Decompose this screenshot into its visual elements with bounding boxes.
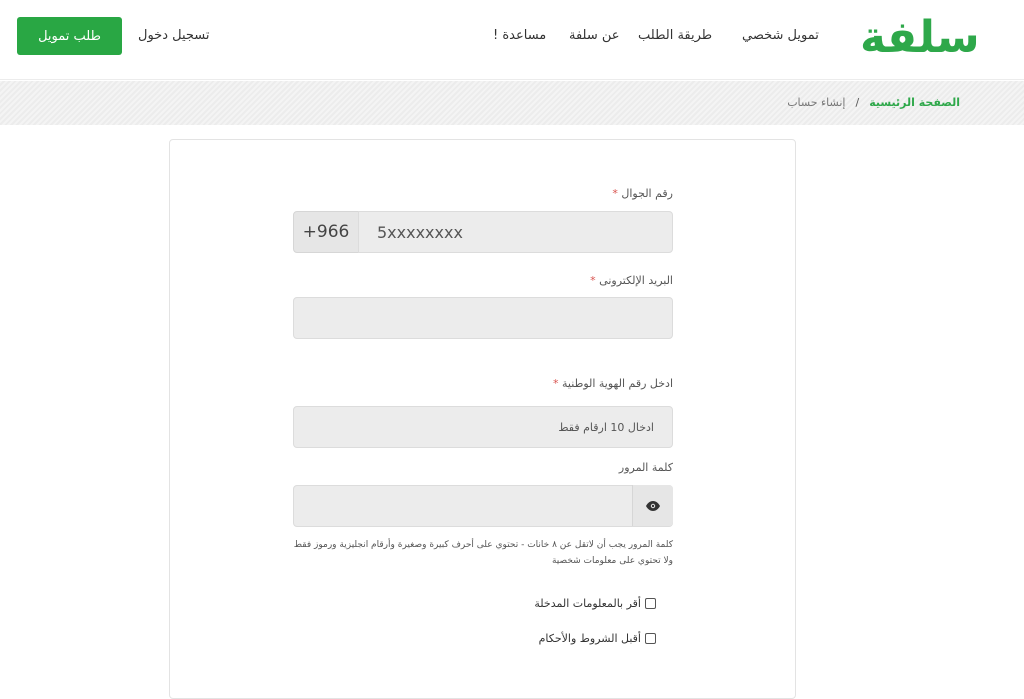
accept-terms-label: أقبل الشروط والأحكام <box>538 632 641 645</box>
nav-personal-finance[interactable]: تمويل شخصي <box>742 28 819 43</box>
request-finance-button[interactable]: طلب تمويل <box>17 17 122 55</box>
national-id-label: ادخل رقم الهوية الوطنية * <box>553 377 673 390</box>
login-link[interactable]: تسجيل دخول <box>138 28 210 43</box>
show-password-button[interactable] <box>632 485 673 526</box>
eye-icon <box>646 500 660 511</box>
email-input[interactable] <box>293 297 673 339</box>
email-label: البريد الإلكترونى * <box>590 274 673 287</box>
required-mark: * <box>590 274 596 287</box>
confirm-info-label: أقر بالمعلومات المدخلة <box>534 597 641 610</box>
breadcrumb-current: إنشاء حساب <box>787 96 846 109</box>
email-label-text: البريد الإلكترونى <box>599 274 673 287</box>
breadcrumb-separator: / <box>855 96 860 109</box>
brand-logo[interactable]: سلفة <box>860 10 980 66</box>
password-input[interactable] <box>293 485 673 527</box>
breadcrumb: الصفحة الرئيسية / إنشاء حساب <box>787 96 960 109</box>
password-hint: كلمة المرور يجب أن لاتقل عن ٨ خانات - تح… <box>293 540 673 566</box>
confirm-info-checkbox[interactable] <box>645 598 656 609</box>
nav-how-to-apply[interactable]: طريقة الطلب <box>638 28 712 43</box>
mobile-input[interactable]: 5xxxxxxxx <box>358 211 673 253</box>
mobile-label: رقم الجوال * <box>612 187 673 200</box>
breadcrumb-home[interactable]: الصفحة الرئيسية <box>869 96 960 109</box>
accept-terms-row: أقبل الشروط والأحكام <box>539 632 656 645</box>
password-label: كلمة المرور <box>618 461 673 474</box>
nav-about[interactable]: عن سلفة <box>569 28 620 43</box>
confirm-info-row: أقر بالمعلومات المدخلة <box>534 597 656 610</box>
phone-country-code: +966 <box>293 211 359 253</box>
nav-help[interactable]: مساعدة ! <box>493 28 546 43</box>
breadcrumb-bar: الصفحة الرئيسية / إنشاء حساب <box>0 81 1024 125</box>
required-mark: * <box>553 377 559 390</box>
national-id-input[interactable]: ادخال 10 ارقام فقط <box>293 406 673 448</box>
site-header: سلفة تمويل شخصي طريقة الطلب عن سلفة مساع… <box>0 0 1024 80</box>
required-mark: * <box>612 187 618 200</box>
accept-terms-checkbox[interactable] <box>645 633 656 644</box>
mobile-label-text: رقم الجوال <box>621 187 673 200</box>
national-id-label-text: ادخل رقم الهوية الوطنية <box>562 377 673 390</box>
